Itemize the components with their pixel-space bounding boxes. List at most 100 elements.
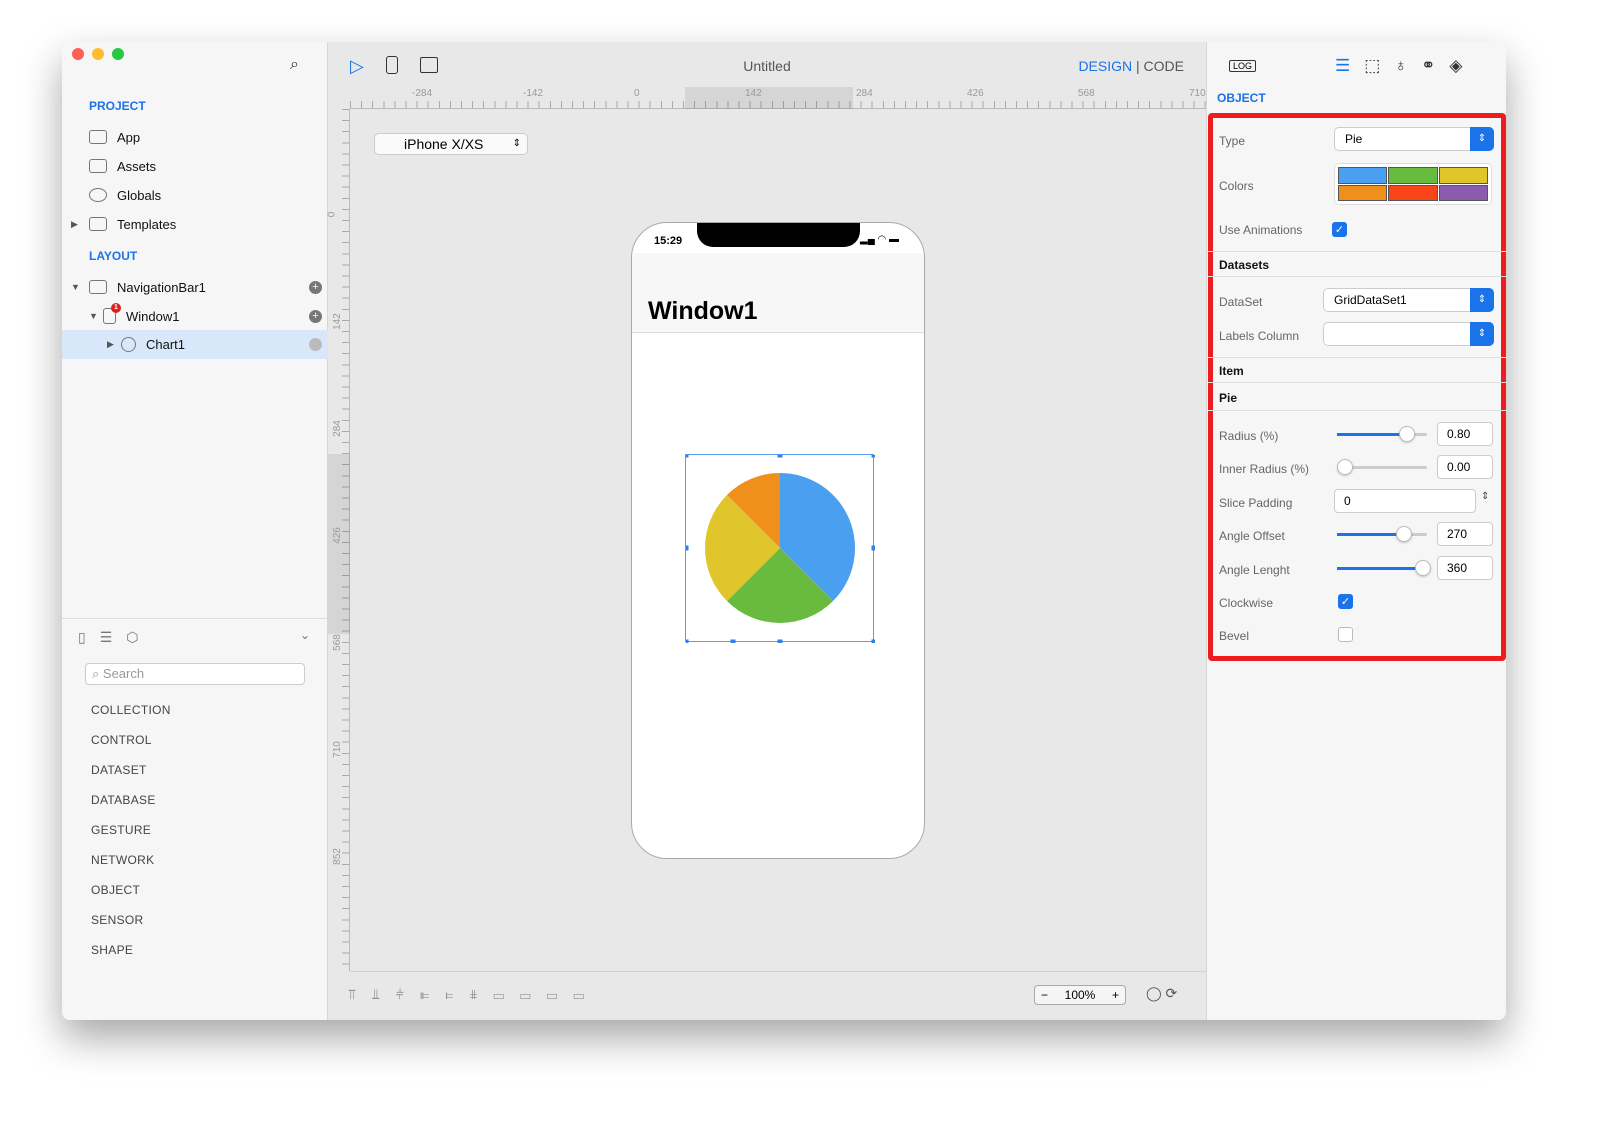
add-icon[interactable]: + bbox=[309, 280, 322, 294]
library-category[interactable]: DATABASE bbox=[91, 793, 156, 807]
zoom-level: 100% bbox=[1064, 988, 1096, 1002]
disclosure-triangle-icon[interactable]: ▶ bbox=[107, 339, 121, 350]
phone-preview: 15:29 ▂▄ ◠ ▬ Window1 bbox=[631, 222, 925, 859]
color-swatch[interactable] bbox=[1438, 167, 1488, 184]
tab-code[interactable]: CODE bbox=[1144, 58, 1184, 74]
resize-handle[interactable] bbox=[683, 639, 689, 645]
search-input[interactable]: ⌕ Search bbox=[85, 663, 305, 685]
color-swatch[interactable] bbox=[1338, 167, 1388, 184]
resize-handle[interactable] bbox=[683, 452, 689, 458]
navigation-bar[interactable]: Window1 bbox=[632, 253, 924, 333]
slice-padding-field[interactable]: 0 bbox=[1334, 489, 1476, 513]
templates-icon bbox=[89, 217, 107, 231]
dataset-select[interactable]: GridDataSet1 ⇕ bbox=[1323, 288, 1494, 312]
item-label: Globals bbox=[117, 187, 162, 203]
resize-handle[interactable] bbox=[777, 639, 783, 645]
zoom-button[interactable] bbox=[112, 48, 124, 60]
list-icon[interactable]: ☰ bbox=[1335, 56, 1364, 75]
resize-handle[interactable] bbox=[871, 639, 877, 645]
radius-field[interactable]: 0.80 bbox=[1437, 422, 1493, 446]
options-icon[interactable] bbox=[309, 338, 322, 351]
project-item-app[interactable]: App bbox=[62, 123, 328, 151]
pie-header: Pie bbox=[1207, 385, 1506, 411]
close-button[interactable] bbox=[72, 48, 84, 60]
design-canvas[interactable]: ▷ Untitled DESIGN | CODE -284 -142 0 142 284… bbox=[326, 42, 1206, 1020]
app-icon bbox=[89, 130, 107, 144]
color-swatch[interactable] bbox=[1438, 184, 1488, 201]
angle-length-field[interactable]: 360 bbox=[1437, 556, 1493, 580]
inspector-tab-icons[interactable]: ☰⬚♁⚭◈ bbox=[1335, 56, 1476, 76]
link-icon[interactable]: ⚭ bbox=[1421, 56, 1449, 75]
bevel-label: Bevel bbox=[1219, 629, 1250, 643]
resize-handle[interactable] bbox=[871, 452, 877, 458]
disclosure-triangle-icon[interactable]: ▼ bbox=[71, 282, 85, 292]
angle-offset-label: Angle Offset bbox=[1219, 529, 1285, 543]
log-button[interactable]: LOG bbox=[1229, 60, 1257, 72]
search-icon[interactable]: ⌕ bbox=[290, 56, 299, 74]
library-category[interactable]: OBJECT bbox=[91, 883, 140, 897]
briefcase-icon bbox=[89, 159, 107, 173]
item-label: NavigationBar1 bbox=[117, 279, 206, 295]
zoom-control[interactable]: − 100% + bbox=[1034, 985, 1126, 1005]
colors-palette[interactable] bbox=[1334, 163, 1492, 205]
resize-handle[interactable] bbox=[730, 639, 736, 645]
angle-offset-slider[interactable] bbox=[1337, 526, 1427, 542]
frame-icon[interactable]: ⬚ bbox=[1364, 56, 1394, 75]
layout-item-navigationbar1[interactable]: ▼ NavigationBar1 + bbox=[62, 273, 328, 301]
disclosure-triangle-icon[interactable]: ▼ bbox=[89, 311, 103, 321]
zoom-in-button[interactable]: + bbox=[1112, 988, 1119, 1002]
alignment-tools[interactable]: ⫪⫫⫩⊫⊨⋕▭▭▭▭ bbox=[348, 986, 600, 1003]
type-select[interactable]: Pie ⇕ bbox=[1334, 127, 1494, 151]
library-tab-icons[interactable]: ▯☰⬡ bbox=[78, 629, 152, 646]
resize-handle[interactable] bbox=[871, 545, 877, 551]
tab-design[interactable]: DESIGN bbox=[1078, 58, 1132, 74]
ruler-label: 284 bbox=[856, 88, 873, 99]
window-icon: 1 bbox=[103, 303, 121, 324]
angle-length-slider[interactable] bbox=[1337, 560, 1431, 576]
library-category[interactable]: SHAPE bbox=[91, 943, 133, 957]
pie-chart bbox=[683, 452, 877, 645]
device-select[interactable]: iPhone X/XS ⇕ bbox=[374, 133, 528, 155]
color-swatch[interactable] bbox=[1388, 167, 1438, 184]
resize-handle[interactable] bbox=[683, 545, 689, 551]
project-item-assets[interactable]: Assets bbox=[62, 152, 328, 180]
chart1-selection[interactable] bbox=[683, 452, 877, 645]
minimize-button[interactable] bbox=[92, 48, 104, 60]
stepper-icon[interactable]: ⇕ bbox=[1481, 491, 1489, 502]
zoom-out-button[interactable]: − bbox=[1041, 988, 1048, 1002]
item-label: Templates bbox=[117, 216, 177, 232]
inner-radius-slider[interactable] bbox=[1337, 459, 1427, 475]
resize-handle[interactable] bbox=[777, 452, 783, 458]
disclosure-triangle-icon[interactable]: ▶ bbox=[71, 219, 85, 230]
color-swatch[interactable] bbox=[1338, 184, 1388, 201]
project-item-templates[interactable]: ▶ Templates bbox=[62, 210, 328, 238]
radius-label: Radius (%) bbox=[1219, 429, 1279, 443]
library-category[interactable]: GESTURE bbox=[91, 823, 151, 837]
eye-icon[interactable]: ◈ bbox=[1449, 56, 1476, 75]
window-title: Untitled bbox=[743, 58, 791, 74]
inner-radius-field[interactable]: 0.00 bbox=[1437, 455, 1493, 479]
vertical-ruler: 0 142 284 426 568 710 852 bbox=[326, 109, 350, 971]
library-category[interactable]: NETWORK bbox=[91, 853, 154, 867]
color-swatch[interactable] bbox=[1388, 184, 1438, 201]
library-category[interactable]: COLLECTION bbox=[91, 703, 171, 717]
lotus-icon[interactable]: ♁ bbox=[1394, 56, 1421, 75]
clockwise-checkbox[interactable]: ✓ bbox=[1338, 594, 1353, 609]
layout-item-chart1[interactable]: ▶ Chart1 bbox=[62, 330, 328, 359]
labels-column-select[interactable]: ⇕ bbox=[1323, 322, 1494, 346]
rotate-icons[interactable]: ◯ ⟳ bbox=[1146, 985, 1177, 1002]
radius-slider[interactable] bbox=[1337, 426, 1427, 442]
library-category[interactable]: DATASET bbox=[91, 763, 147, 777]
add-icon[interactable]: + bbox=[309, 309, 322, 323]
colors-label: Colors bbox=[1219, 179, 1254, 193]
chevron-down-icon[interactable]: ⌄ bbox=[300, 628, 310, 642]
library-category[interactable]: CONTROL bbox=[91, 733, 152, 747]
slice-padding-label: Slice Padding bbox=[1219, 496, 1293, 510]
use-animations-checkbox[interactable]: ✓ bbox=[1332, 222, 1347, 237]
angle-offset-field[interactable]: 270 bbox=[1437, 522, 1493, 546]
bevel-checkbox[interactable] bbox=[1338, 627, 1353, 642]
layout-item-window1[interactable]: ▼ 1 Window1 + bbox=[62, 302, 328, 330]
project-item-globals[interactable]: Globals bbox=[62, 181, 328, 209]
library-category[interactable]: SENSOR bbox=[91, 913, 143, 927]
device-value: iPhone X/XS bbox=[404, 136, 484, 152]
